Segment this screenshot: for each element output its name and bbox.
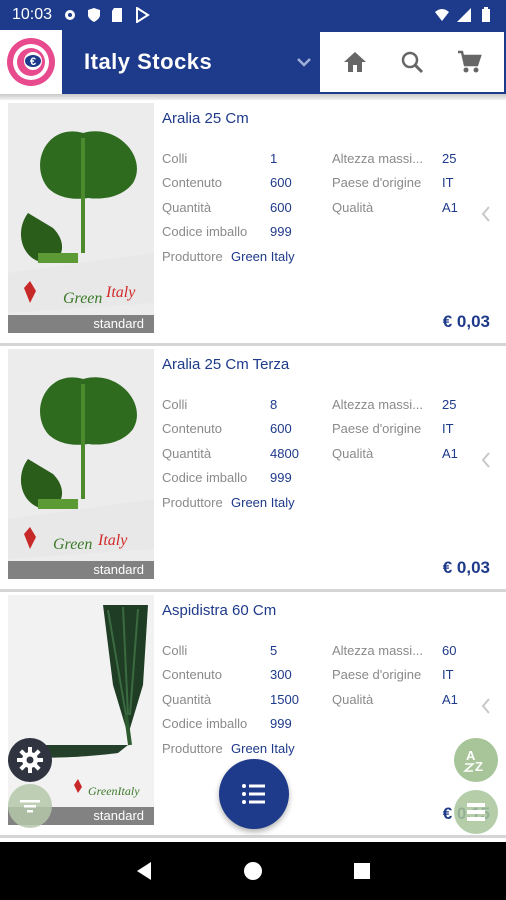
product-card[interactable]: Green Italy standard Aralia 25 Cm Terza …: [0, 346, 506, 592]
product-title: Aspidistra 60 Cm: [162, 602, 277, 619]
sd-card-icon: [112, 8, 123, 22]
svg-text:GreenItaly: GreenItaly: [88, 784, 140, 798]
svg-text:Green: Green: [63, 290, 102, 307]
dropdown-icon[interactable]: [288, 46, 320, 78]
view-mode-button[interactable]: [454, 790, 498, 834]
product-price: € 0,03: [442, 312, 490, 331]
sort-az-icon: A Z: [463, 748, 483, 774]
search-button[interactable]: [392, 42, 432, 82]
quality-badge: standard: [8, 315, 154, 333]
status-bar: 10:03: [0, 0, 506, 30]
chevron-left-icon[interactable]: [478, 204, 494, 224]
gear-icon: [17, 747, 43, 773]
home-button[interactable]: [335, 42, 375, 82]
home-nav-icon[interactable]: [242, 860, 264, 882]
status-time: 10:03: [12, 6, 53, 23]
product-title: Aralia 25 Cm Terza: [162, 356, 290, 373]
recents-icon[interactable]: [351, 860, 373, 882]
logo[interactable]: €: [0, 30, 62, 94]
product-card[interactable]: Green Italy standard Aralia 25 Cm Colli …: [0, 100, 506, 346]
cart-button[interactable]: [449, 42, 489, 82]
product-title: Aralia 25 Cm: [162, 110, 249, 127]
sort-button[interactable]: A Z: [454, 738, 498, 782]
page-title: Italy Stocks: [84, 49, 213, 74]
play-store-icon: [136, 7, 150, 23]
wifi-icon: [435, 9, 449, 21]
svg-text:€: €: [30, 56, 36, 68]
home-icon: [343, 52, 366, 72]
search-icon: [401, 51, 424, 74]
toolbar-actions: [320, 30, 506, 94]
signal-icon: [457, 8, 471, 22]
svg-text:Italy: Italy: [97, 532, 128, 549]
back-icon[interactable]: [133, 860, 155, 882]
filter-button[interactable]: [8, 784, 52, 828]
svg-text:Z: Z: [475, 759, 483, 774]
product-list: Green Italy standard Aralia 25 Cm Colli …: [0, 100, 506, 838]
list-view-button[interactable]: [219, 759, 289, 829]
product-image: Green Italy standard: [8, 103, 154, 333]
svg-text:Green: Green: [53, 536, 92, 553]
settings-icon: [65, 10, 76, 20]
battery-icon: [482, 7, 490, 22]
cart-icon: [458, 50, 483, 73]
app-bar: € Italy Stocks: [0, 30, 506, 94]
product-price: € 0,03: [442, 558, 490, 577]
list-icon: [242, 784, 265, 804]
product-image: Green Italy standard: [8, 349, 154, 579]
settings-button[interactable]: [8, 738, 52, 782]
grid-view-icon: [467, 803, 485, 821]
chevron-left-icon[interactable]: [478, 696, 494, 716]
filter-icon: [20, 800, 40, 813]
svg-text:Italy: Italy: [105, 284, 136, 301]
shield-icon: [88, 8, 101, 22]
system-nav-bar: [0, 842, 506, 900]
chevron-left-icon[interactable]: [478, 450, 494, 470]
quality-badge: standard: [8, 561, 154, 579]
logo-icon: €: [7, 38, 55, 86]
